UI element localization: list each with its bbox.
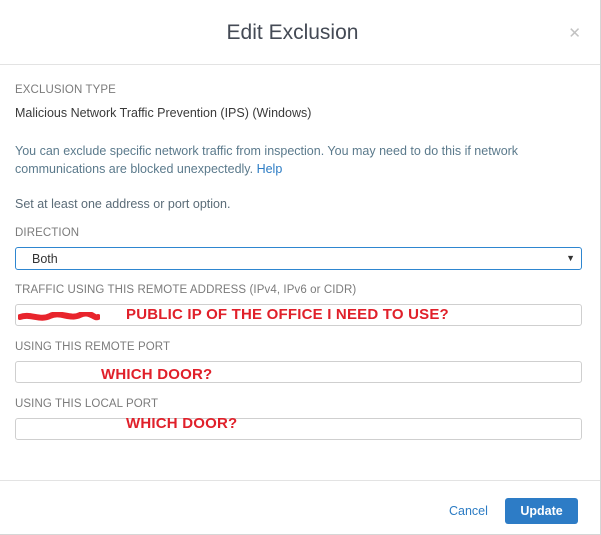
chevron-down-icon: ▼ [566, 253, 575, 263]
remote-port-label: USING THIS REMOTE PORT [15, 341, 171, 353]
direction-select[interactable]: Both ▼ [15, 247, 582, 270]
info-text: You can exclude specific network traffic… [15, 142, 575, 178]
exclusion-type-label: EXCLUSION TYPE [15, 84, 116, 96]
exclusion-type-value: Malicious Network Traffic Prevention (IP… [15, 106, 312, 120]
edit-exclusion-dialog: Edit Exclusion ✕ EXCLUSION TYPE Maliciou… [0, 0, 601, 535]
close-icon[interactable]: ✕ [568, 26, 581, 41]
local-port-annotation: WHICH DOOR? [126, 415, 238, 432]
dialog-header: Edit Exclusion ✕ [0, 0, 600, 65]
local-port-label: USING THIS LOCAL PORT [15, 398, 159, 410]
footer-divider [0, 480, 600, 481]
remote-address-annotation: PUBLIC IP OF THE OFFICE I NEED TO USE? [126, 306, 449, 323]
redaction-scribble [18, 312, 100, 321]
cancel-button[interactable]: Cancel [449, 504, 488, 518]
update-button[interactable]: Update [505, 498, 578, 524]
remote-port-annotation: WHICH DOOR? [101, 366, 213, 383]
hint-text: Set at least one address or port option. [15, 197, 231, 211]
dialog-title: Edit Exclusion [226, 21, 359, 44]
direction-label: DIRECTION [15, 227, 80, 239]
remote-address-label: TRAFFIC USING THIS REMOTE ADDRESS (IPv4,… [15, 284, 357, 296]
direction-value: Both [32, 252, 58, 266]
local-port-input[interactable] [15, 418, 582, 440]
help-link[interactable]: Help [257, 162, 283, 176]
